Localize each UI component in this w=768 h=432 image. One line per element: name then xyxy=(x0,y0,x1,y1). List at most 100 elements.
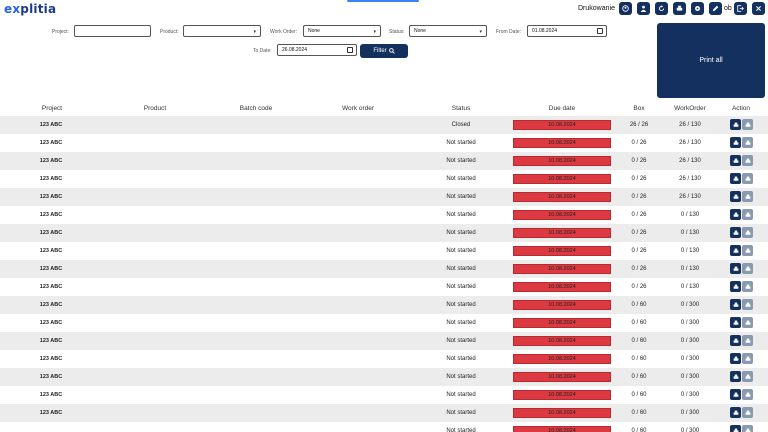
to-date-input[interactable]: 26.08.2024 xyxy=(277,44,357,56)
table-row[interactable]: 123 ABC Not started 10.08.2024 0 / 60 0 / 30… xyxy=(0,404,768,422)
preview-row-button[interactable] xyxy=(742,119,753,130)
print-icon xyxy=(733,122,738,127)
print-preview-icon xyxy=(745,428,750,432)
due-date-cell: 10.08.2024 xyxy=(513,264,611,274)
table-row[interactable]: 123 ABC Not started 10.08.2024 0 / 26 0 / 13… xyxy=(0,242,768,260)
preview-row-button[interactable] xyxy=(742,407,753,418)
project-filter-input[interactable] xyxy=(74,25,151,37)
project-cell: 123 ABC xyxy=(39,356,63,362)
status-cell: Not started xyxy=(446,230,476,236)
table-row[interactable]: 123 ABC Not started 10.08.2024 0 / 60 0 / 30… xyxy=(0,368,768,386)
table-row[interactable]: 123 ABC Not started 10.08.2024 0 / 26 0 / 13… xyxy=(0,224,768,242)
profile-button[interactable] xyxy=(637,2,650,15)
print-row-button[interactable] xyxy=(730,173,741,184)
status-cell: Not started xyxy=(446,428,476,432)
column-header-box[interactable]: Box xyxy=(633,105,644,112)
logout-button[interactable] xyxy=(734,2,747,15)
preview-row-button[interactable] xyxy=(742,353,753,364)
print-row-button[interactable] xyxy=(730,227,741,238)
print-row-button[interactable] xyxy=(730,119,741,130)
preview-row-button[interactable] xyxy=(742,173,753,184)
chevron-down-icon: ▾ xyxy=(479,29,482,35)
print-row-button[interactable] xyxy=(730,371,741,382)
column-header-due-date[interactable]: Due date xyxy=(549,105,575,112)
calendar-icon[interactable] xyxy=(347,47,353,53)
print-row-button[interactable] xyxy=(730,407,741,418)
preview-row-button[interactable] xyxy=(742,227,753,238)
work-order-filter-select[interactable]: None ▾ xyxy=(303,25,381,37)
preview-row-button[interactable] xyxy=(742,155,753,166)
filter-button[interactable]: Filter xyxy=(360,44,408,58)
print-row-button[interactable] xyxy=(730,353,741,364)
preview-row-button[interactable] xyxy=(742,371,753,382)
box-cell: 0 / 26 xyxy=(631,248,647,254)
print-row-button[interactable] xyxy=(730,425,741,432)
table-row[interactable]: 123 ABC Not started 10.08.2024 0 / 60 0 / 30… xyxy=(0,296,768,314)
table-row[interactable]: 123 ABC Not started 10.08.2024 0 / 26 26 / 1… xyxy=(0,134,768,152)
calendar-icon[interactable] xyxy=(597,28,603,34)
table-row[interactable]: 123 ABC Not started 10.08.2024 0 / 26 26 / 1… xyxy=(0,170,768,188)
preview-row-button[interactable] xyxy=(742,389,753,400)
print-row-button[interactable] xyxy=(730,317,741,328)
close-button[interactable] xyxy=(752,2,765,15)
settings-button[interactable] xyxy=(691,2,704,15)
column-header-batch-code[interactable]: Batch code xyxy=(240,105,273,112)
table-row[interactable]: 123 ABC Not started 10.08.2024 0 / 60 0 / 30… xyxy=(0,314,768,332)
print-preview-icon xyxy=(745,410,750,415)
table-row[interactable]: 123 ABC Not started 10.08.2024 0 / 60 0 / 30… xyxy=(0,350,768,368)
print-row-button[interactable] xyxy=(730,191,741,202)
preview-row-button[interactable] xyxy=(742,281,753,292)
preview-row-button[interactable] xyxy=(742,209,753,220)
print-row-button[interactable] xyxy=(730,245,741,256)
explitia-logo[interactable]: explitia xyxy=(4,2,56,16)
preview-row-button[interactable] xyxy=(742,191,753,202)
table-row[interactable]: 123 ABC Not started 10.08.2024 0 / 26 26 / 1… xyxy=(0,152,768,170)
preview-row-button[interactable] xyxy=(742,263,753,274)
preview-row-button[interactable] xyxy=(742,137,753,148)
table-row[interactable]: 123 ABC Not started 10.08.2024 0 / 26 26 / 1… xyxy=(0,188,768,206)
print-row-button[interactable] xyxy=(730,389,741,400)
user-circle-button[interactable] xyxy=(619,2,632,15)
table-row[interactable]: 123 ABC Closed 10.08.2024 26 / 26 26 / 130 xyxy=(0,116,768,134)
table-row[interactable]: Not started 10.08.2024 0 / 60 0 / 300 xyxy=(0,422,768,432)
table-row[interactable]: 123 ABC Not started 10.08.2024 0 / 60 0 / 30… xyxy=(0,332,768,350)
column-header-work-order[interactable]: Work order xyxy=(342,105,374,112)
preview-row-button[interactable] xyxy=(742,245,753,256)
refresh-button[interactable] xyxy=(655,2,668,15)
print-all-button[interactable]: Print all xyxy=(657,23,765,98)
print-row-button[interactable] xyxy=(730,209,741,220)
print-row-button[interactable] xyxy=(730,137,741,148)
print-row-button[interactable] xyxy=(730,281,741,292)
status-filter-select[interactable]: None ▾ xyxy=(409,25,487,37)
search-icon xyxy=(388,48,395,54)
from-date-input[interactable]: 01.08.2024 xyxy=(527,25,607,37)
workorder-cell: 0 / 300 xyxy=(680,338,700,344)
table-row[interactable]: 123 ABC Not started 10.08.2024 0 / 26 0 / 13… xyxy=(0,206,768,224)
print-icon xyxy=(733,158,738,163)
box-cell: 0 / 60 xyxy=(631,356,647,362)
product-filter-select[interactable]: ▾ xyxy=(183,25,261,37)
edit-button[interactable] xyxy=(709,2,722,15)
print-row-button[interactable] xyxy=(730,299,741,310)
print-button[interactable] xyxy=(673,2,686,15)
column-header-action[interactable]: Action xyxy=(732,105,750,112)
column-header-workorder[interactable]: WorkOrder xyxy=(674,105,706,112)
print-row-button[interactable] xyxy=(730,155,741,166)
project-filter-label: Project: xyxy=(52,29,69,35)
print-preview-icon xyxy=(745,248,750,253)
table-row[interactable]: 123 ABC Not started 10.08.2024 0 / 26 0 / 13… xyxy=(0,278,768,296)
project-cell: 123 ABC xyxy=(39,212,63,218)
preview-row-button[interactable] xyxy=(742,425,753,432)
column-header-product[interactable]: Product xyxy=(144,105,166,112)
print-row-button[interactable] xyxy=(730,263,741,274)
table-row[interactable]: 123 ABC Not started 10.08.2024 0 / 60 0 / 30… xyxy=(0,386,768,404)
print-icon xyxy=(733,356,738,361)
preview-row-button[interactable] xyxy=(742,335,753,346)
table-row[interactable]: 123 ABC Not started 10.08.2024 0 / 26 0 / 13… xyxy=(0,260,768,278)
workorder-cell: 26 / 130 xyxy=(679,158,701,164)
column-header-project[interactable]: Project xyxy=(42,105,62,112)
preview-row-button[interactable] xyxy=(742,299,753,310)
preview-row-button[interactable] xyxy=(742,317,753,328)
print-row-button[interactable] xyxy=(730,335,741,346)
column-header-status[interactable]: Status xyxy=(452,105,470,112)
